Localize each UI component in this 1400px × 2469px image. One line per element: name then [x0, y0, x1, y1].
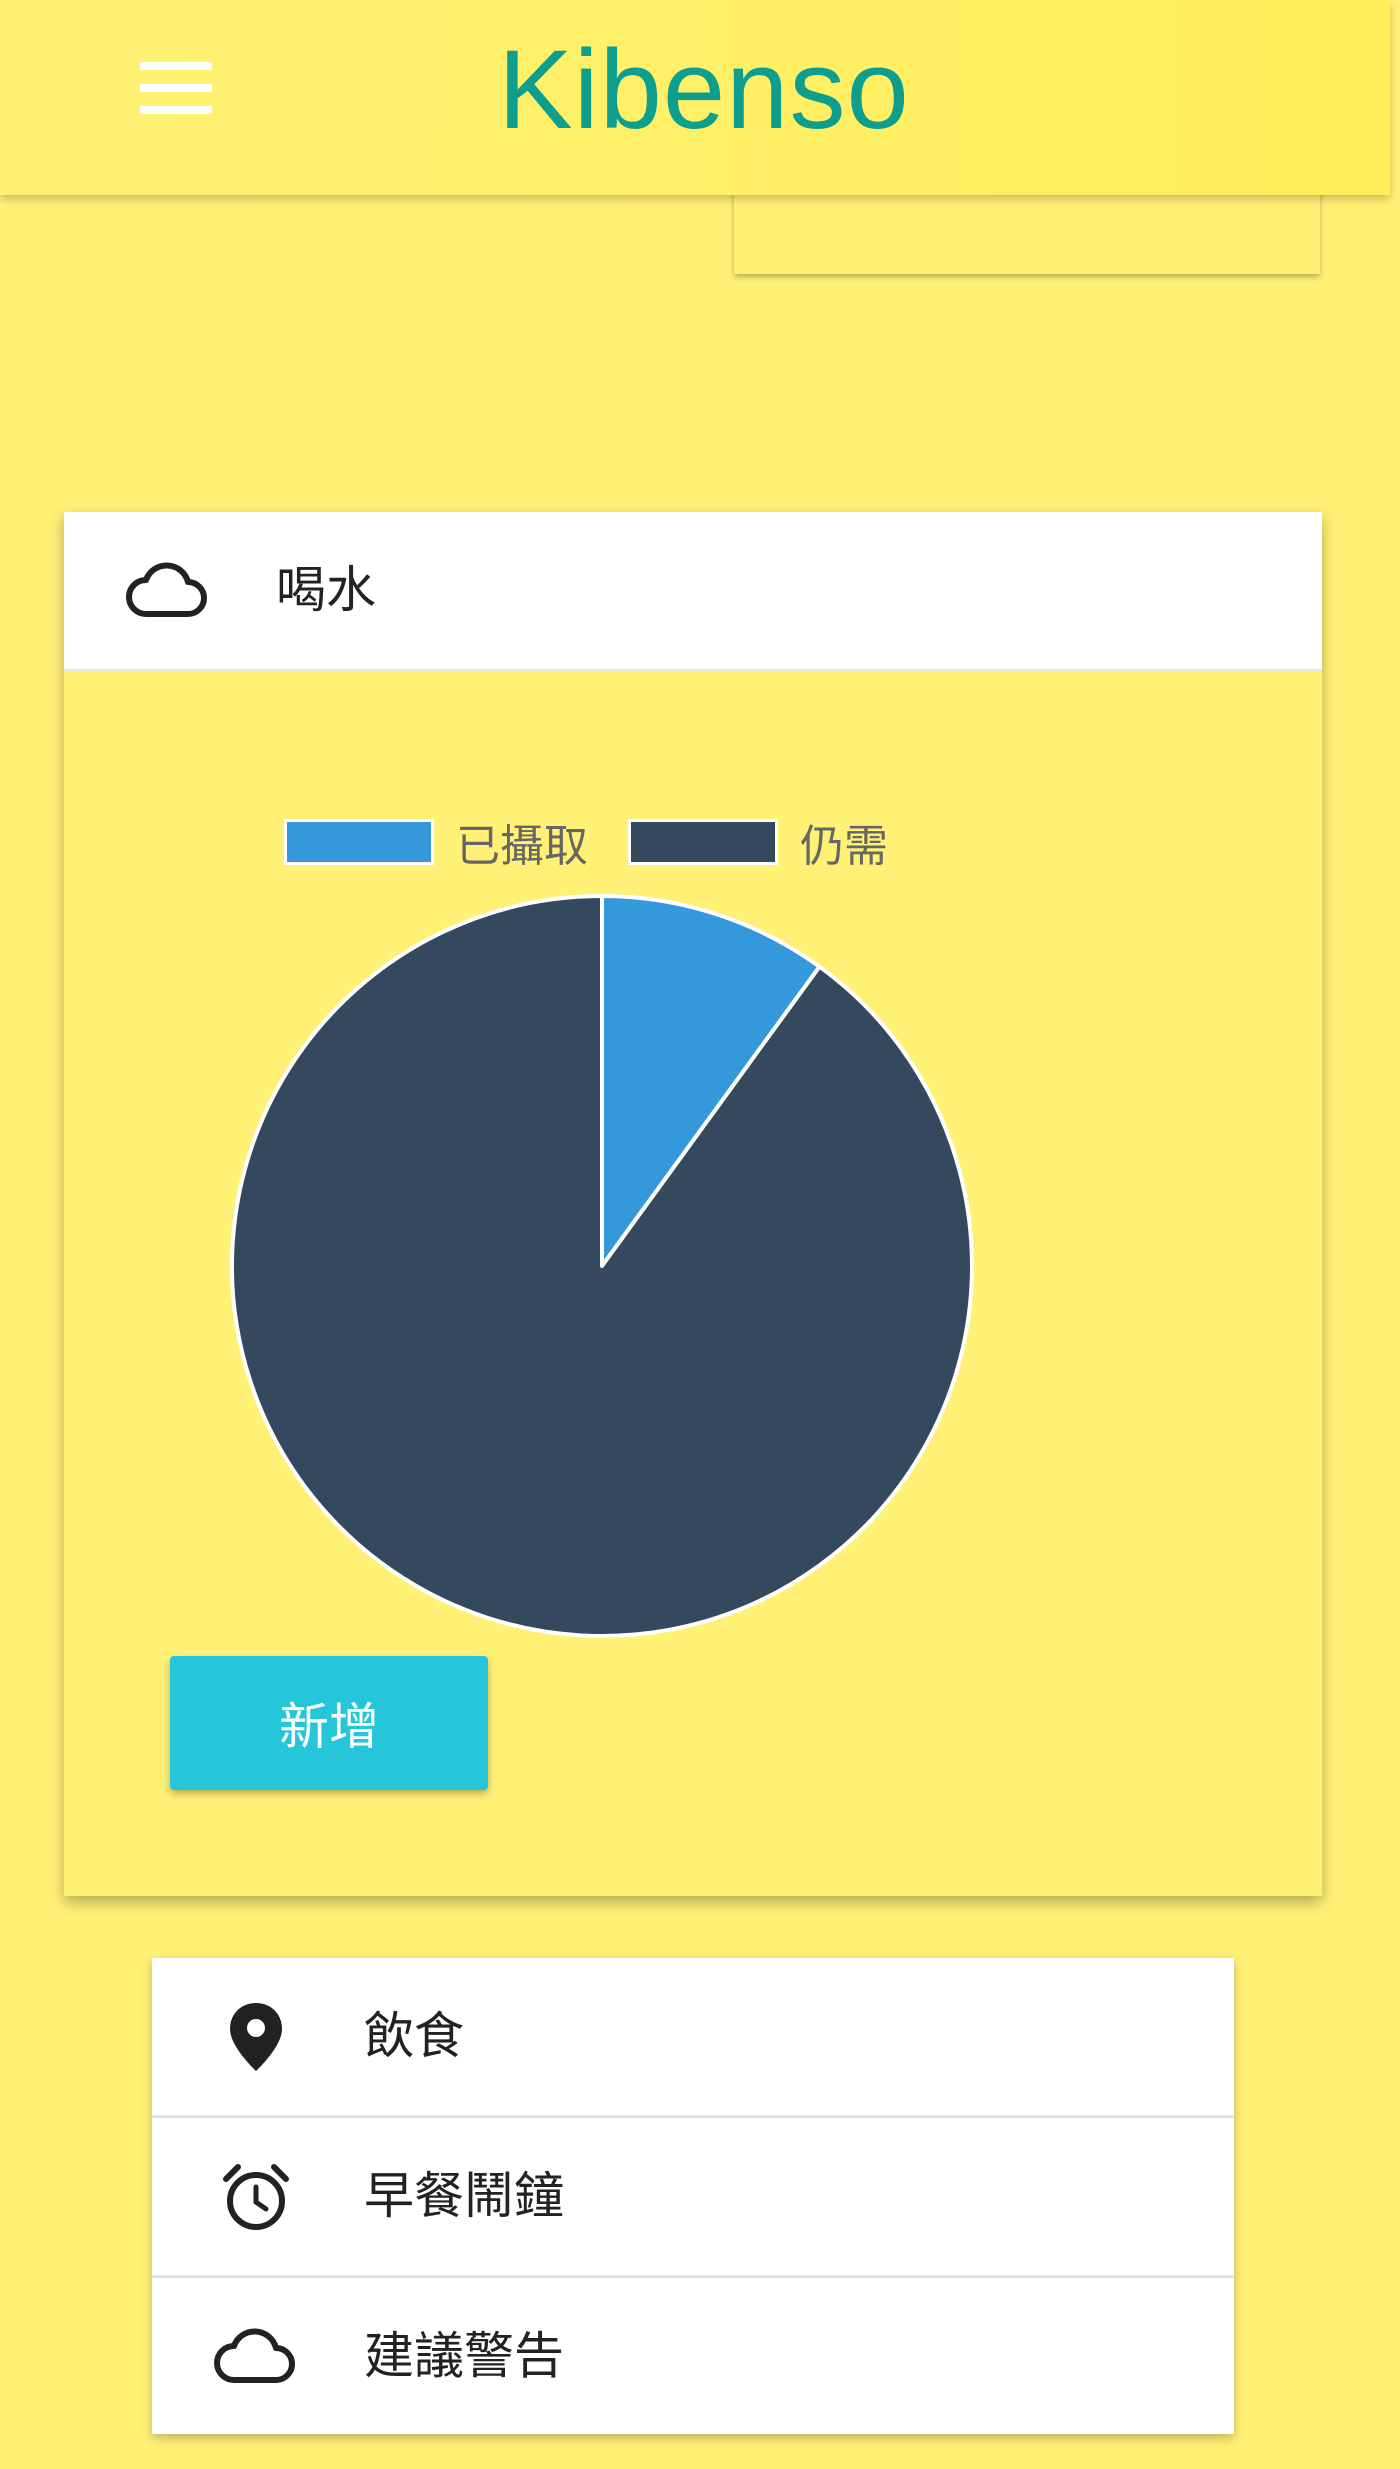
water-card-title: 喝水 [276, 561, 376, 619]
pie-slice-1[interactable] [230, 894, 974, 1638]
legend-label-consumed: 已攝取 [456, 821, 588, 872]
nav-item-advice-warning[interactable]: 建議警告 [152, 2278, 1234, 2435]
nav-item-breakfast-alarm[interactable]: 早餐鬧鐘 [152, 2118, 1234, 2278]
cloud-icon [124, 552, 212, 630]
legend-label-remaining: 仍需 [800, 821, 888, 872]
nav-item-label: 早餐鬧鐘 [364, 2167, 564, 2225]
nav-list: 飲食 早餐鬧鐘 建議警告 [152, 1958, 1234, 2434]
legend-swatch-consumed [284, 819, 434, 865]
nav-item-label: 建議警告 [364, 2327, 564, 2385]
add-button[interactable]: 新增 [170, 1656, 488, 1790]
legend-item-consumed[interactable]: 已攝取 [284, 810, 588, 874]
cloud-icon [212, 2318, 300, 2396]
location-pin-icon [212, 1998, 300, 2076]
app-bar: Kibenso [0, 0, 1390, 195]
nav-item-label: 飲食 [364, 2007, 464, 2065]
nav-item-diet[interactable]: 飲食 [152, 1958, 1234, 2118]
chart-legend: 已攝取 仍需 [284, 814, 928, 872]
legend-swatch-remaining [628, 819, 778, 865]
alarm-clock-icon [212, 2158, 300, 2236]
app-title: Kibenso [498, 27, 910, 152]
water-card-header: 喝水 [64, 512, 1322, 672]
pie-chart-svg [230, 894, 974, 1638]
menu-button[interactable] [128, 58, 224, 122]
legend-item-remaining[interactable]: 仍需 [628, 810, 888, 874]
water-pie-chart [228, 892, 976, 1640]
water-card: 喝水 已攝取 仍需 新增 [64, 512, 1322, 1896]
menu-icon [140, 62, 212, 118]
